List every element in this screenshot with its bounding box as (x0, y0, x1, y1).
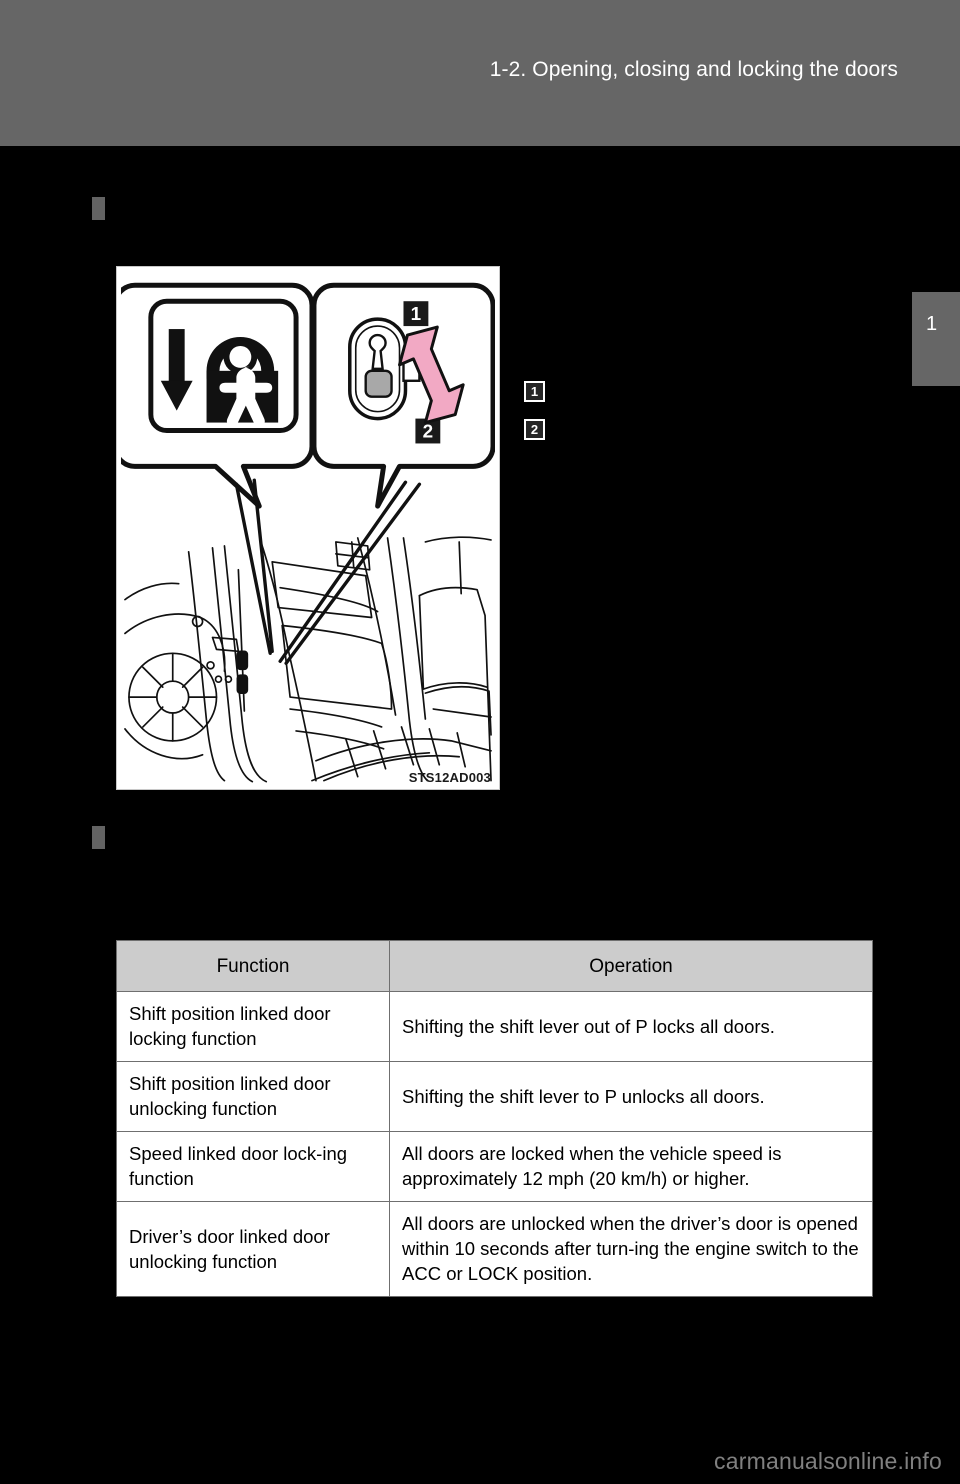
figure-caption: STS12AD003 (408, 770, 491, 785)
function-operation-table: Function Operation Shift position linked… (116, 940, 873, 1297)
svg-text:2: 2 (423, 421, 434, 442)
cell-operation: Shifting the shift lever out of P locks … (389, 991, 873, 1062)
vehicle-door-lock-illustration: 1 2 (121, 271, 495, 785)
table-row: Shift position linked door locking funct… (116, 991, 873, 1062)
illustration-canvas: 1 2 (121, 271, 495, 785)
cell-function: Shift position linked door unlocking fun… (116, 1061, 390, 1132)
site-watermark: carmanualsonline.info (714, 1448, 942, 1474)
svg-text:1: 1 (411, 304, 422, 325)
cell-operation: Shifting the shift lever to P unlocks al… (389, 1061, 873, 1132)
section-heading-bullet-1 (92, 197, 105, 220)
table-row: Shift position linked door unlocking fun… (116, 1061, 873, 1132)
chapter-tab-number: 1 (926, 313, 938, 335)
chapter-tab[interactable]: 1 (912, 292, 960, 386)
cell-operation: All doors are locked when the vehicle sp… (389, 1131, 873, 1202)
table-row: Driver’s door linked door unlocking func… (116, 1201, 873, 1297)
section-heading-bullet-2 (92, 826, 105, 849)
page-title: 1-2. Opening, closing and locking the do… (489, 58, 898, 81)
cell-function: Shift position linked door locking funct… (116, 991, 390, 1062)
callout-1-in-figure: 1 (403, 301, 429, 327)
page-header-band: 1-2. Opening, closing and locking the do… (0, 0, 960, 146)
cell-function: Speed linked door lock-ing function (116, 1131, 390, 1202)
illustration-figure: 1 2 STS12AD003 (116, 266, 500, 790)
cell-function: Driver’s door linked door unlocking func… (116, 1201, 390, 1297)
table-header-row: Function Operation (116, 940, 873, 992)
column-header-operation: Operation (389, 940, 873, 992)
cell-operation: All doors are unlocked when the driver’s… (389, 1201, 873, 1297)
table-row: Speed linked door lock-ing function All … (116, 1131, 873, 1202)
column-header-function: Function (116, 940, 390, 992)
callout-marker-1: 1 (524, 381, 545, 402)
callout-marker-2: 2 (524, 419, 545, 440)
